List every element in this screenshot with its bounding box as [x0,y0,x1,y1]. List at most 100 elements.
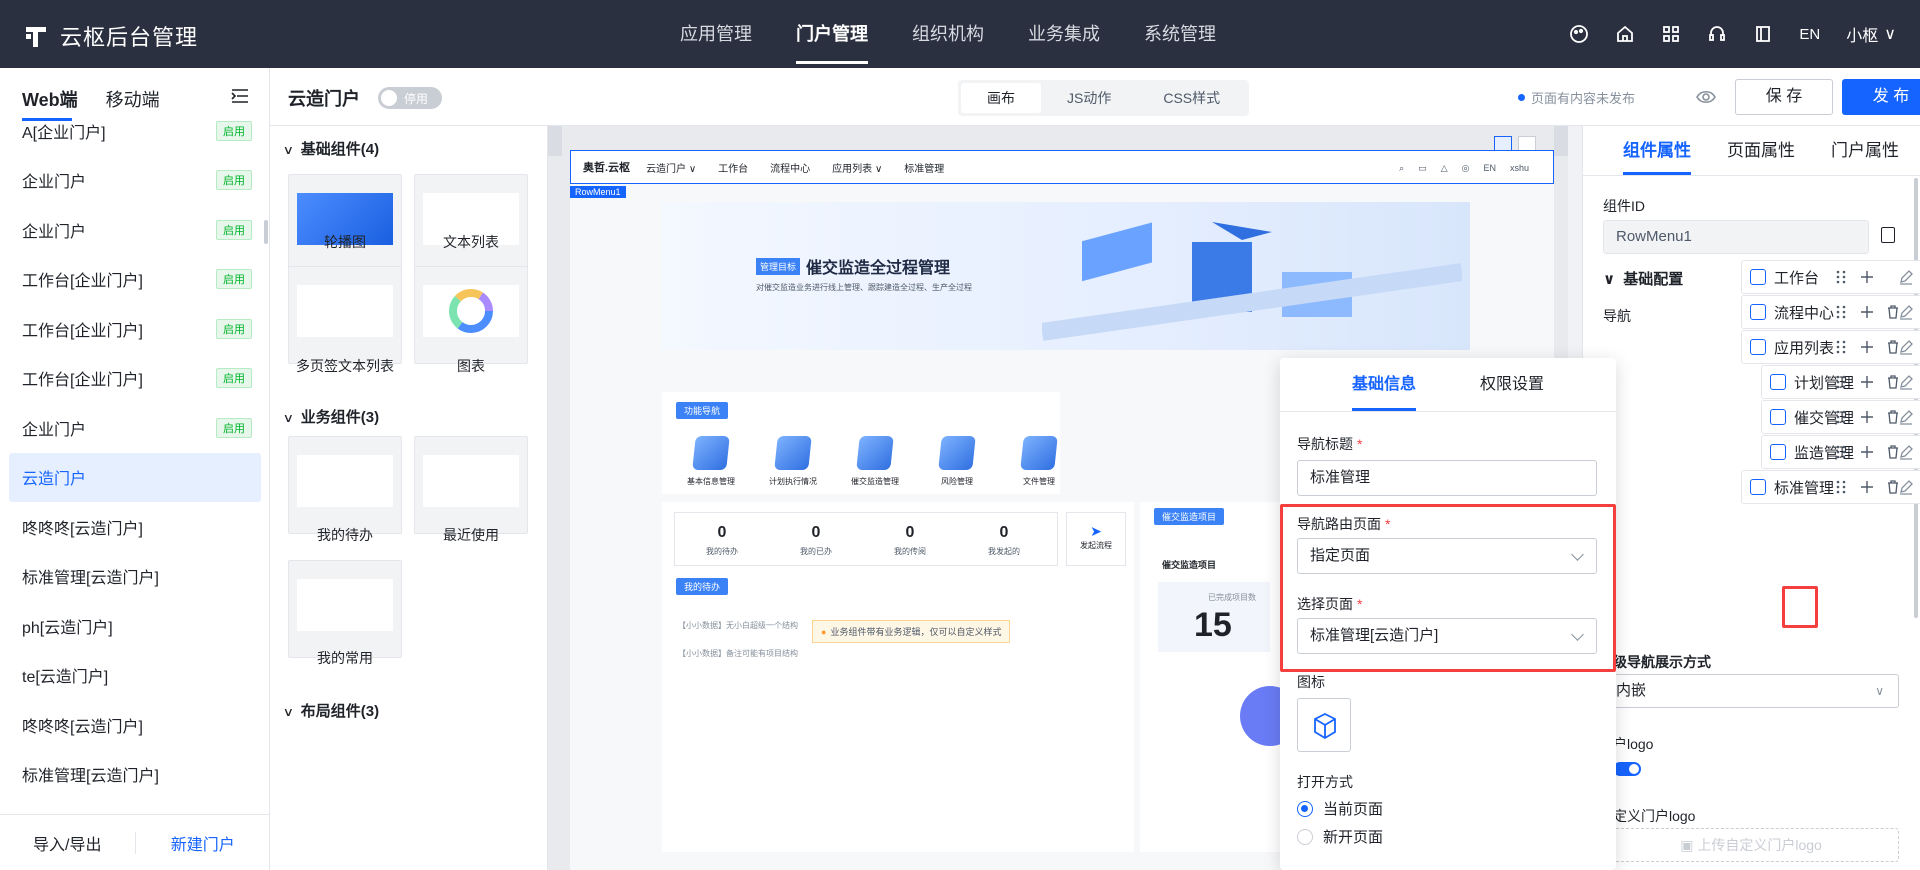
preview-eye-icon[interactable] [1695,86,1717,108]
add-child-icon[interactable] [1859,339,1875,355]
copy-icon[interactable] [1881,227,1895,243]
headset-icon[interactable] [1707,24,1727,44]
tab-component-props[interactable]: 组件属性 [1623,126,1691,175]
portal-list-item[interactable]: A[企业门户] 启用 [0,106,270,156]
collapse-right-handle[interactable] [1554,126,1568,156]
portal-list-item[interactable]: 标准管理[云造门户] [0,750,270,797]
open-new-radio[interactable]: 新开页面 [1297,826,1383,847]
add-child-icon[interactable] [1859,269,1875,285]
portal-list-item[interactable]: 咚咚咚[云造门户] [0,502,270,552]
save-button[interactable]: 保 存 [1735,79,1833,115]
section-basic-components[interactable]: 基础组件(4) [284,138,379,159]
topnav-app-management[interactable]: 应用管理 [680,0,752,68]
component-recent[interactable] [414,436,528,534]
preview-nav-item[interactable]: 云造门户 ∨ [646,160,696,175]
preview-row-menu[interactable]: 奥哲.云枢 云造门户 ∨ 工作台 流程中心 应用列表 ∨ 标准管理 ⌕ ▭ △ … [570,150,1554,184]
add-child-icon[interactable] [1859,409,1875,425]
tab-permission[interactable]: 权限设置 [1480,358,1544,411]
component-my-todo[interactable] [288,436,402,534]
add-child-icon[interactable] [1859,374,1875,390]
todo-row[interactable]: 【小小数据】无小白超级一个结构 [678,620,798,631]
component-text-list[interactable] [414,174,528,272]
topnav-system-management[interactable]: 系统管理 [1144,0,1216,68]
func-item-urge[interactable]: 催交监造管理 [830,436,920,487]
language-switch[interactable]: EN [1799,26,1820,43]
sub-nav-mode-select[interactable]: 内嵌 [1603,674,1899,708]
book-icon[interactable] [1753,24,1773,44]
portal-list-item[interactable]: 工作台[企业门户] 启用 [0,255,270,305]
nav-title-input[interactable]: 标准管理 [1297,460,1597,496]
preview-nav-item[interactable]: 流程中心 [770,160,810,175]
func-item-basic-info[interactable]: 基本信息管理 [666,436,756,487]
sidebar-scrollbar[interactable] [264,220,268,244]
portal-list-item[interactable]: te[云造门户] [0,651,270,701]
delete-icon[interactable] [1885,444,1901,460]
topnav-business-integration[interactable]: 业务集成 [1028,0,1100,68]
edit-pencil-icon[interactable] [1898,269,1914,285]
portal-list-item[interactable]: 企业门户 启用 [0,156,270,206]
drag-handle-icon[interactable] [1833,374,1849,390]
drag-handle-icon[interactable] [1833,269,1849,285]
portal-list-item[interactable]: 工作台[企业门户] 启用 [0,304,270,354]
portal-list-item[interactable]: 企业门户 启用 [0,205,270,255]
delete-icon[interactable] [1885,304,1901,320]
delete-icon[interactable] [1885,479,1901,495]
add-child-icon[interactable] [1859,479,1875,495]
tab-basic-info[interactable]: 基础信息 [1351,358,1417,411]
nav-item-row[interactable]: 工作台 [1741,260,1920,294]
open-current-radio[interactable]: 当前页面 [1297,798,1383,819]
icon-picker[interactable] [1297,698,1351,752]
publish-button[interactable]: 发 布 [1842,79,1920,115]
delete-icon[interactable] [1885,409,1901,425]
new-portal-button[interactable]: 新建门户 [136,831,271,855]
section-business-components[interactable]: 业务组件(3) [284,406,379,427]
preview-nav-item[interactable]: 应用列表 ∨ [832,160,882,175]
func-item-risk[interactable]: 风险管理 [912,436,1002,487]
tab-css-styles[interactable]: CSS样式 [1137,83,1246,113]
component-tabbed-text-list[interactable] [288,266,402,364]
add-child-icon[interactable] [1859,304,1875,320]
topnav-organization[interactable]: 组织机构 [912,0,984,68]
component-chart[interactable] [414,266,528,364]
import-export-button[interactable]: 导入/导出 [0,831,135,855]
basic-config-header[interactable]: ∨ 基础配置 [1603,268,1683,289]
component-carousel[interactable] [288,174,402,272]
grid-icon[interactable] [1661,24,1681,44]
drag-handle-icon[interactable] [1833,479,1849,495]
portal-list-item[interactable]: 企业门户 启用 [0,403,270,453]
portal-list-item[interactable]: 咚咚咚[云造门户] [0,700,270,750]
topnav-portal-management[interactable]: 门户管理 [796,0,868,68]
drag-handle-icon[interactable] [1833,339,1849,355]
portal-logo-switch[interactable] [1613,762,1641,776]
component-favorites[interactable] [288,560,402,658]
delete-icon[interactable] [1885,374,1901,390]
app-logo[interactable]: 云枢后台管理 [24,20,198,52]
user-menu[interactable]: 小枢 ∨ [1846,22,1896,46]
add-child-icon[interactable] [1859,444,1875,460]
drag-handle-icon[interactable] [1833,444,1849,460]
todo-row[interactable]: 【小小数据】备注可能有项目结构 [678,648,798,659]
portal-list-item[interactable]: ph[云造门户] [0,601,270,651]
home-icon[interactable] [1615,24,1635,44]
tab-canvas[interactable]: 画布 [961,83,1041,113]
preview-nav-item[interactable]: 标准管理 [904,160,944,175]
collapse-menu-icon[interactable] [231,88,249,104]
drag-handle-icon[interactable] [1833,304,1849,320]
upload-logo-button[interactable]: ▣ 上传自定义门户logo [1603,828,1899,862]
delete-icon[interactable] [1885,339,1901,355]
palette-icon[interactable] [1569,24,1589,44]
portal-enable-toggle[interactable]: 停用 [378,87,442,109]
portal-list-item[interactable]: 标准管理[云造门户] [0,552,270,602]
portal-list-item[interactable]: 工作台[企业门户] 启用 [0,354,270,404]
collapse-left-handle[interactable] [548,126,562,156]
func-item-files[interactable]: 文件管理 [994,436,1084,487]
section-layout-components[interactable]: 布局组件(3) [284,700,379,721]
start-flow-button[interactable]: ➤ 发起流程 [1066,512,1126,566]
drag-handle-icon[interactable] [1833,409,1849,425]
tab-portal-props[interactable]: 门户属性 [1831,126,1899,175]
tab-js-actions[interactable]: JS动作 [1041,83,1137,113]
preview-nav-item[interactable]: 工作台 [718,160,748,175]
func-item-plan[interactable]: 计划执行情况 [748,436,838,487]
portal-list-item[interactable]: 云造门户 [9,452,261,502]
tab-page-props[interactable]: 页面属性 [1727,126,1795,175]
